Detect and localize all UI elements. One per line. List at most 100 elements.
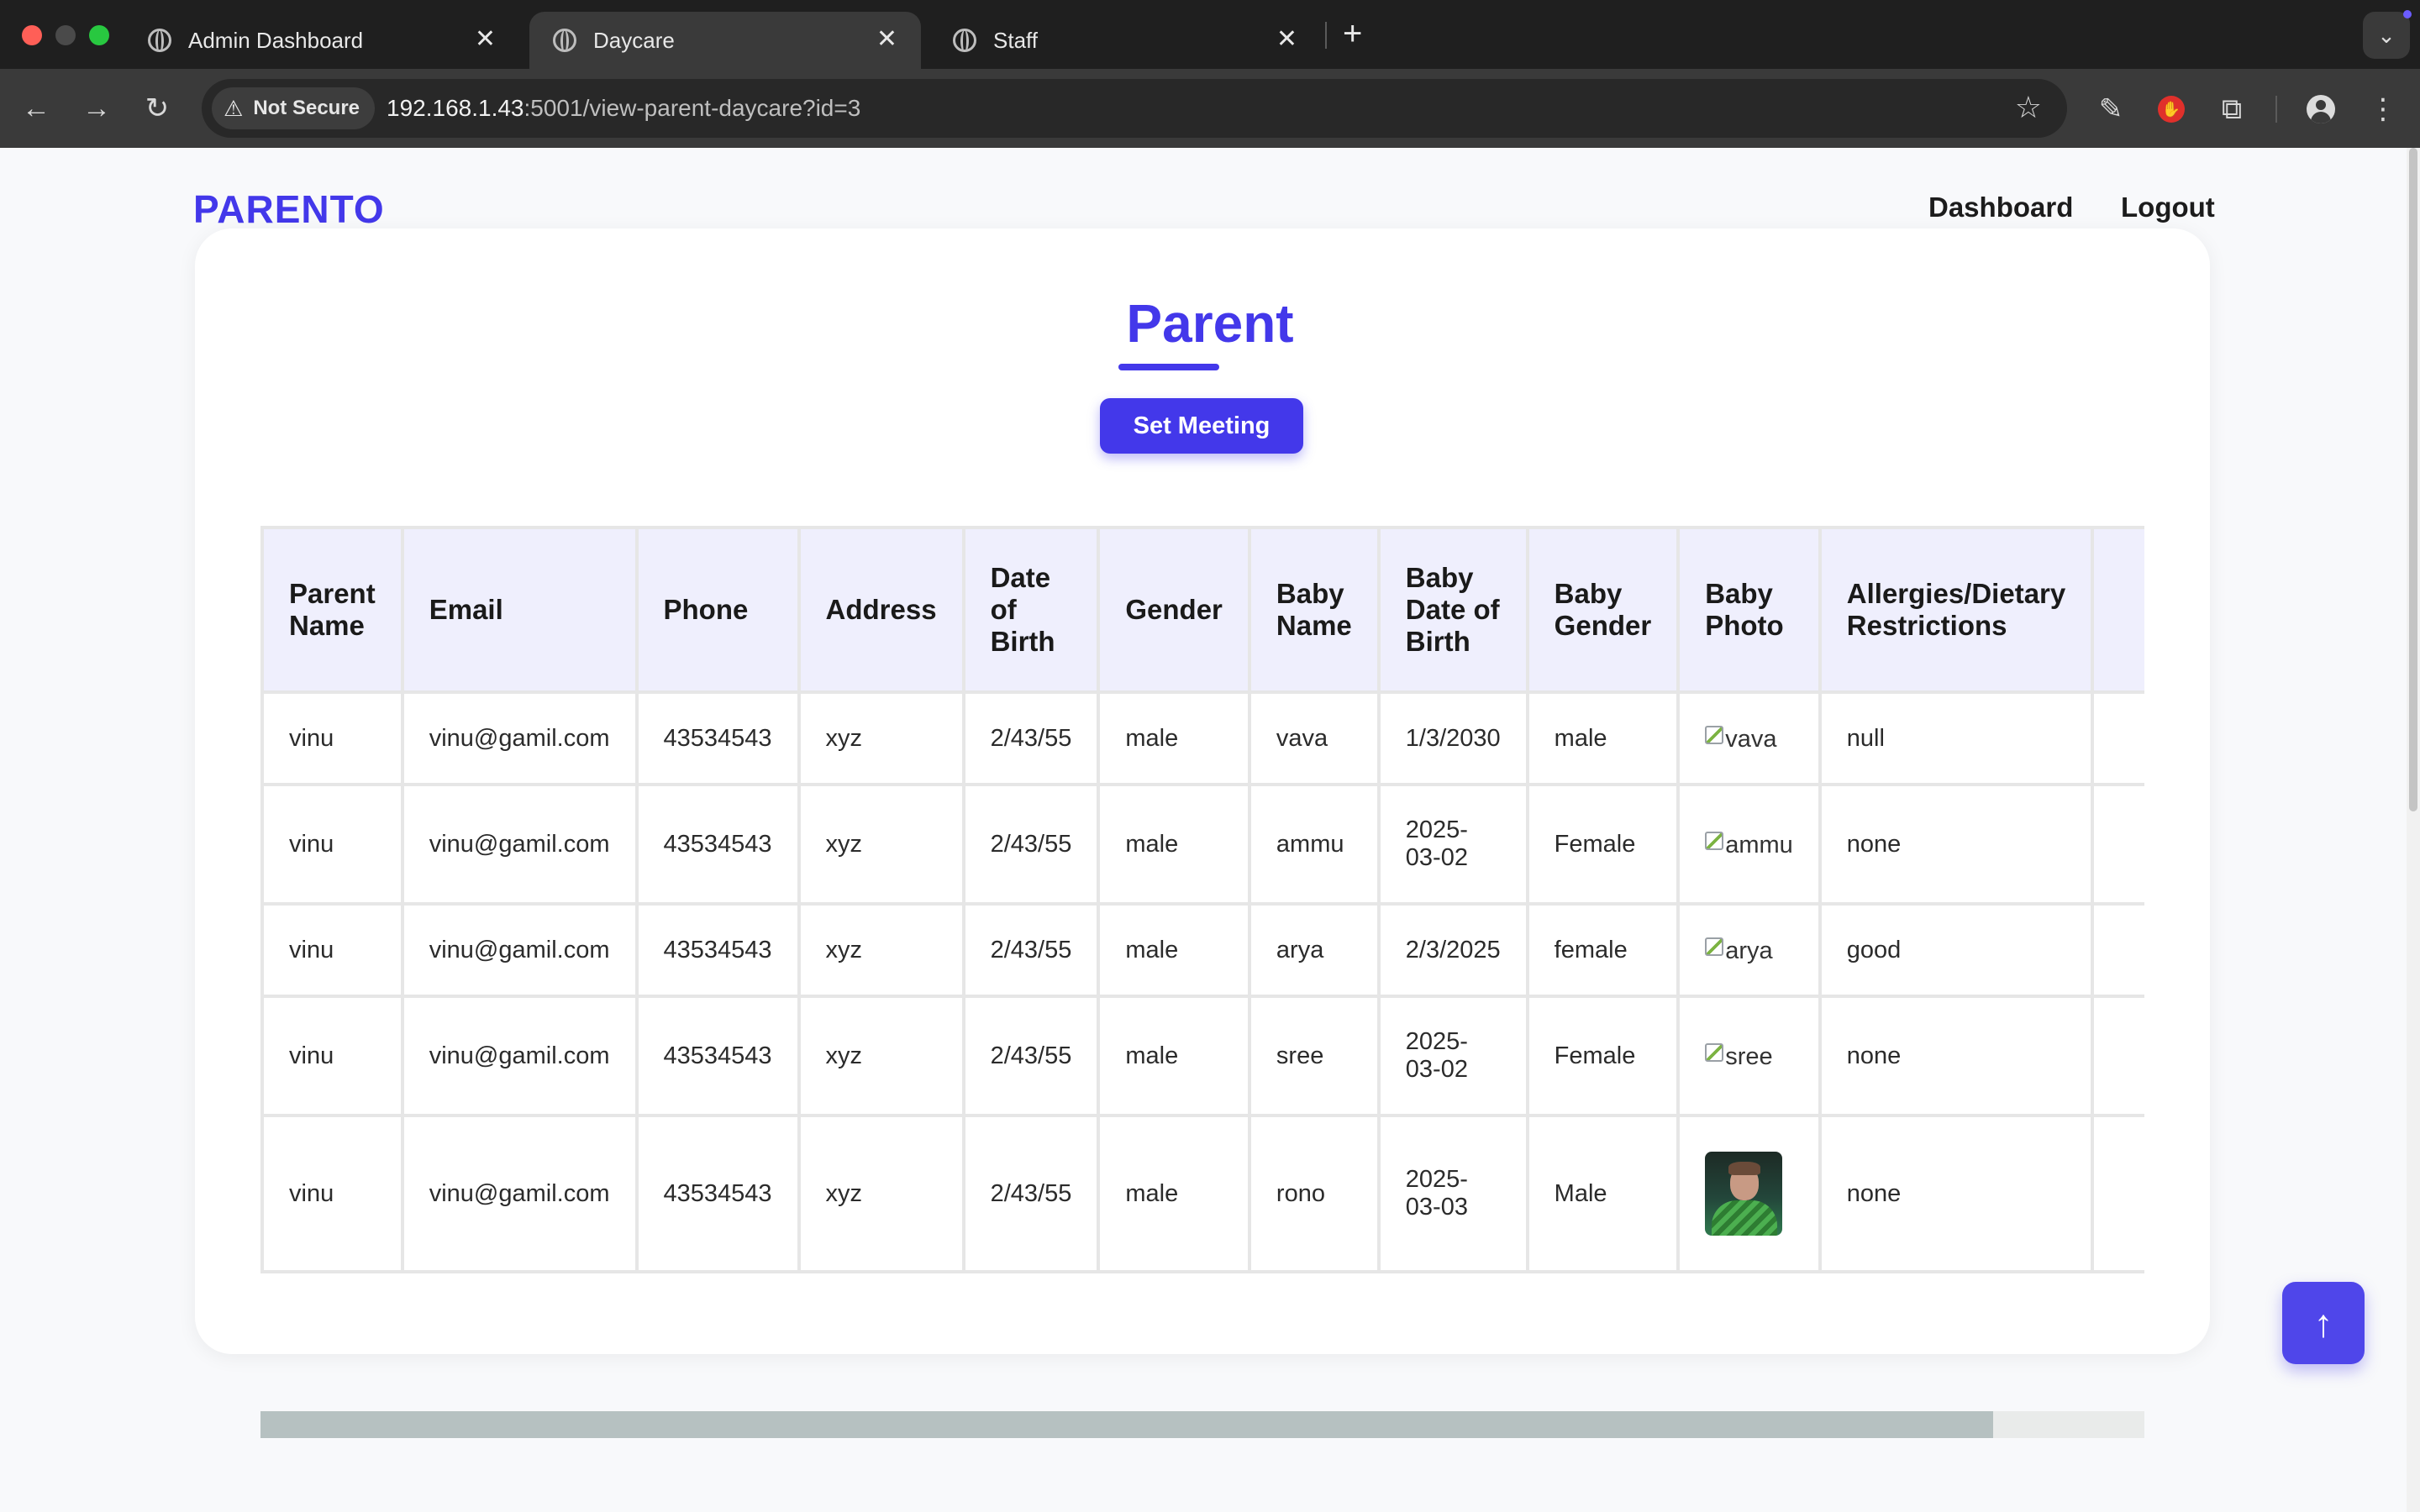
overflow-cell <box>2091 690 2144 786</box>
baby-name-cell: vava <box>1247 690 1381 786</box>
column-header-overflow <box>2091 526 2144 694</box>
baby-photo-cell: vava <box>1676 690 1822 786</box>
tab-divider <box>1325 22 1327 49</box>
baby-gender-cell: female <box>1525 902 1681 998</box>
broken-image: sree <box>1705 1043 1773 1071</box>
security-indicator[interactable]: ⚠ Not Secure <box>212 87 376 129</box>
window-zoom-control[interactable] <box>89 25 109 45</box>
reload-icon[interactable]: ↻ <box>138 89 176 128</box>
eyedropper-extension-icon[interactable]: ✎ <box>2092 91 2129 128</box>
baby-photo-cell: sree <box>1676 995 1822 1117</box>
broken-image: vava <box>1705 726 1776 753</box>
overflow-cell <box>2091 995 2144 1117</box>
parent-name-cell: vinu <box>260 690 404 786</box>
address-bar[interactable]: ⚠ Not Secure 192.168.1.43:5001/view-pare… <box>202 79 2067 138</box>
baby-dob-cell: 1/3/2030 <box>1376 690 1529 786</box>
url-text[interactable]: 192.168.1.43:5001/view-parent-daycare?id… <box>387 79 860 138</box>
table-row: vinu vinu@gamil.com 43534543 xyz 2/43/55 male… <box>260 995 2144 1117</box>
globe-icon <box>953 29 976 52</box>
column-header: Allergies/Dietary Restrictions <box>1818 526 2095 694</box>
address-cell: xyz <box>797 995 965 1117</box>
page-title: Parent <box>1126 293 1294 354</box>
gender-cell: male <box>1097 902 1251 998</box>
extensions-puzzle-icon[interactable]: ⧉ <box>2213 91 2250 128</box>
shield-extension-icon[interactable]: ✋ <box>2153 91 2190 128</box>
table-row: vinu vinu@gamil.com 43534543 xyz 2/43/55 male… <box>260 783 2144 906</box>
column-header: Address <box>797 526 965 694</box>
parent-name-cell: vinu <box>260 1114 404 1273</box>
tab-admin-dashboard[interactable]: Admin Dashboard ✕ <box>124 12 519 69</box>
column-header: Baby Name <box>1247 526 1381 694</box>
allergies-cell: null <box>1818 690 2095 786</box>
phone-cell: 43534543 <box>634 690 801 786</box>
column-header: Gender <box>1097 526 1251 694</box>
email-cell: vinu@gamil.com <box>400 783 639 906</box>
dob-cell: 2/43/55 <box>961 690 1101 786</box>
baby-dob-cell: 2025-03-03 <box>1376 1114 1529 1273</box>
close-icon[interactable]: ✕ <box>1276 27 1297 52</box>
overflow-cell <box>2091 783 2144 906</box>
phone-cell: 43534543 <box>634 783 801 906</box>
email-cell: vinu@gamil.com <box>400 1114 639 1273</box>
nav-logout-link[interactable]: Logout <box>2121 192 2215 223</box>
email-cell: vinu@gamil.com <box>400 902 639 998</box>
baby-name-cell: sree <box>1247 995 1381 1117</box>
card-title-wrap: Parent <box>0 292 2420 354</box>
baby-gender-cell: Female <box>1525 783 1681 906</box>
tab-daycare[interactable]: Daycare ✕ <box>529 12 921 69</box>
table-row: vinu vinu@gamil.com 43534543 xyz 2/43/55 male… <box>260 690 2144 786</box>
phone-cell: 43534543 <box>634 995 801 1117</box>
close-icon[interactable]: ✕ <box>475 27 496 52</box>
column-header: Baby Photo <box>1676 526 1822 694</box>
tab-search-chevron-icon[interactable]: ⌄ <box>2363 12 2410 59</box>
page-vertical-scrollbar[interactable] <box>2407 148 2420 1512</box>
nav-dashboard-link[interactable]: Dashboard <box>1928 192 2073 223</box>
baby-dob-cell: 2025-03-02 <box>1376 995 1529 1117</box>
overflow-cell <box>2091 902 2144 998</box>
table-horizontal-scrollbar[interactable] <box>260 1411 2144 1438</box>
scrollbar-thumb[interactable] <box>260 1411 1993 1438</box>
parent-table: Parent Name Email Phone Address Date of … <box>260 526 2144 1273</box>
browser-toolbar: ← → ↻ ⚠ Not Secure 192.168.1.43:5001/vie… <box>0 69 2420 148</box>
bookmark-star-icon[interactable]: ☆ <box>2015 91 2042 124</box>
baby-photo-cell: ammu <box>1676 783 1822 906</box>
back-arrow-icon[interactable]: ← <box>17 89 55 128</box>
warning-triangle-icon: ⚠ <box>224 95 244 121</box>
security-label: Not Secure <box>253 97 360 119</box>
baby-name-cell: ammu <box>1247 783 1381 906</box>
allergies-cell: none <box>1818 1114 2095 1273</box>
column-header: Phone <box>634 526 801 694</box>
image-alt-text: arya <box>1725 937 1773 964</box>
allergies-cell: none <box>1818 995 2095 1117</box>
window-minimize-control[interactable] <box>55 25 76 45</box>
globe-icon <box>553 29 576 52</box>
baby-dob-cell: 2/3/2025 <box>1376 902 1529 998</box>
forward-arrow-icon[interactable]: → <box>77 89 116 128</box>
tab-title: Staff <box>993 27 1039 53</box>
dob-cell: 2/43/55 <box>961 902 1101 998</box>
brand-logo[interactable]: PARENTO <box>193 186 385 232</box>
tab-staff[interactable]: Staff ✕ <box>929 12 1321 69</box>
title-underline <box>1118 364 1219 370</box>
toolbar-divider <box>2275 96 2277 123</box>
broken-image: arya <box>1705 937 1773 965</box>
scrollbar-thumb[interactable] <box>2409 148 2417 811</box>
window-close-control[interactable] <box>22 25 42 45</box>
baby-dob-cell: 2025-03-02 <box>1376 783 1529 906</box>
set-meeting-button[interactable]: Set Meeting <box>1100 398 1303 454</box>
scroll-to-top-button[interactable]: ↑ <box>2282 1282 2365 1364</box>
browser-menu-kebab-icon[interactable]: ⋮ <box>2365 91 2402 128</box>
gender-cell: male <box>1097 690 1251 786</box>
close-icon[interactable]: ✕ <box>876 27 897 52</box>
email-cell: vinu@gamil.com <box>400 690 639 786</box>
arrow-up-icon: ↑ <box>2313 1301 2333 1345</box>
new-tab-plus-icon[interactable]: + <box>1343 13 1362 54</box>
table-header-row: Parent Name Email Phone Address Date of … <box>260 526 2144 694</box>
parent-table-container: Parent Name Email Phone Address Date of … <box>260 526 2144 1399</box>
globe-icon <box>148 29 171 52</box>
image-alt-text: ammu <box>1725 832 1793 858</box>
profile-avatar-icon[interactable] <box>2302 91 2339 128</box>
table-body: vinu vinu@gamil.com 43534543 xyz 2/43/55 male… <box>260 690 2144 1273</box>
column-header: Parent Name <box>260 526 404 694</box>
broken-image-icon <box>1705 1043 1724 1062</box>
